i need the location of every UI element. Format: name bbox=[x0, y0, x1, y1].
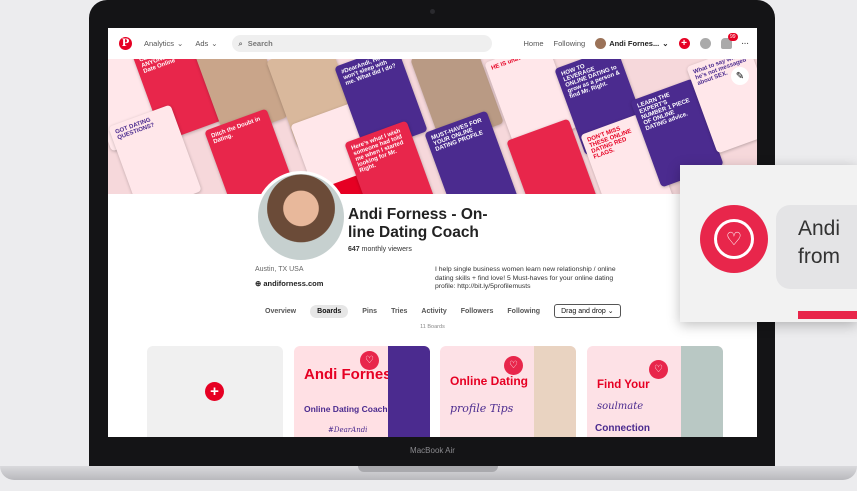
chevron-down-icon: ⌄ bbox=[211, 39, 218, 48]
sort-dropdown[interactable]: Drag and drop ⌄ bbox=[554, 304, 621, 318]
tab-following[interactable]: Following bbox=[507, 308, 540, 315]
boards-count: 11 Boards bbox=[420, 324, 445, 330]
chevron-down-icon: ⌄ bbox=[662, 39, 669, 48]
heart-chat-icon: ♡ bbox=[649, 360, 668, 379]
board-title: Find Your bbox=[597, 379, 650, 391]
profile-avatar bbox=[255, 171, 347, 263]
search-placeholder: Search bbox=[247, 39, 273, 48]
nav-right: Home Following Andi Fornes... ⌄ + 99 ··· bbox=[523, 28, 749, 59]
cover-tile-text: HOW TO LEVERAGE ONLINE DATING to grow as… bbox=[560, 63, 621, 101]
webcam bbox=[430, 9, 435, 14]
profile-bio: I help single business women learn new r… bbox=[435, 266, 616, 290]
profile-tabs: Overview Boards Pins Tries Activity Foll… bbox=[265, 304, 621, 318]
website-label: andiforness.com bbox=[263, 279, 324, 288]
cover-tile-text: #DearAndi, He won't sleep with me. What … bbox=[340, 59, 397, 87]
board-subtitle: profile Tips bbox=[450, 402, 514, 415]
board-subtitle-2: Connection bbox=[595, 423, 650, 434]
globe-icon: ⊕ bbox=[255, 279, 262, 288]
heart-chat-icon: ♡ bbox=[360, 351, 379, 370]
tab-tries[interactable]: Tries bbox=[391, 308, 407, 315]
cover-collage: Can't Find ANYONE I Want to Date Online … bbox=[108, 59, 757, 194]
profile-website[interactable]: ⊕ andiforness.com bbox=[255, 279, 323, 288]
tab-pins[interactable]: Pins bbox=[362, 308, 377, 315]
avatar bbox=[595, 38, 607, 49]
home-link[interactable]: Home bbox=[523, 39, 543, 48]
notification-badge: 99 bbox=[727, 33, 738, 41]
callout-red-bar bbox=[798, 311, 857, 319]
create-board-card[interactable]: + bbox=[147, 346, 283, 437]
zoom-callout: ♡ Andi from bbox=[680, 165, 857, 322]
heart-chat-icon: ♡ bbox=[700, 205, 768, 273]
chevron-down-icon: ⌄ bbox=[607, 308, 614, 315]
tab-overview[interactable]: Overview bbox=[265, 308, 296, 315]
search-input[interactable]: ⌕ Search bbox=[231, 35, 492, 52]
create-icon[interactable]: + bbox=[678, 38, 690, 49]
profile-location: Austin, TX USA bbox=[255, 266, 304, 273]
laptop-chin: MacBook Air bbox=[108, 437, 757, 468]
analytics-label: Analytics bbox=[144, 39, 175, 48]
laptop-notch bbox=[358, 466, 498, 472]
tab-followers[interactable]: Followers bbox=[461, 308, 494, 315]
search-icon: ⌕ bbox=[238, 38, 243, 48]
board-signature: #DearAndi bbox=[328, 426, 368, 434]
analytics-menu[interactable]: Analytics ⌄ bbox=[144, 39, 183, 48]
cover-tile-text: Can't Find ANYONE I Want to Date Online bbox=[139, 59, 192, 75]
board-title: Online Dating bbox=[450, 374, 528, 388]
tab-activity[interactable]: Activity bbox=[421, 308, 446, 315]
board-subtitle: Online Dating Coach bbox=[304, 404, 388, 414]
chevron-down-icon: ⌄ bbox=[177, 39, 184, 48]
board-card[interactable]: Find Your soulmate Connection ♡ bbox=[587, 346, 723, 437]
following-link[interactable]: Following bbox=[554, 39, 586, 48]
callout-text: Andi from bbox=[798, 217, 841, 268]
board-card[interactable]: Online Dating profile Tips ♡ bbox=[440, 346, 576, 437]
cover-tile-text: HE IS unavailable bbox=[490, 59, 540, 72]
profile-name: Andi Forness - On-line Dating Coach bbox=[348, 206, 488, 241]
cover-tile-text: DON'T MISS THESE ONLINE DATING RED FLAGS… bbox=[586, 126, 633, 161]
board-card[interactable]: Andi Forness Online Dating Coach #DearAn… bbox=[294, 346, 430, 437]
cover-tile-text: LEARN THE EXPERT'S NUMBER 1 PIECE OF ONL… bbox=[636, 92, 691, 133]
messages-icon[interactable] bbox=[699, 38, 711, 49]
ads-menu[interactable]: Ads ⌄ bbox=[195, 39, 217, 48]
viewers-label: monthly viewers bbox=[361, 246, 412, 253]
board-side-image bbox=[534, 346, 576, 437]
board-side-image bbox=[388, 346, 430, 437]
laptop-label: MacBook Air bbox=[410, 446, 455, 455]
board-subtitle: soulmate bbox=[597, 401, 644, 412]
more-icon[interactable]: ··· bbox=[742, 39, 750, 48]
user-menu[interactable]: Andi Fornes... ⌄ bbox=[595, 38, 669, 49]
monthly-viewers: 647 monthly viewers bbox=[348, 246, 412, 253]
top-nav: P Analytics ⌄ Ads ⌄ ⌕ Search Home Followin… bbox=[108, 28, 757, 59]
heart-chat-icon: ♡ bbox=[504, 356, 523, 375]
board-side-image bbox=[681, 346, 723, 437]
ads-label: Ads bbox=[195, 39, 209, 48]
browser-screen: P Analytics ⌄ Ads ⌄ ⌕ Search Home Followin… bbox=[108, 28, 757, 437]
add-icon: + bbox=[205, 382, 224, 401]
notifications-icon[interactable]: 99 bbox=[720, 33, 738, 49]
user-name: Andi Fornes... bbox=[609, 39, 660, 48]
edit-pencil-icon[interactable]: ✎ bbox=[731, 67, 749, 85]
board-title: Andi Forness bbox=[304, 366, 400, 383]
viewers-count: 647 bbox=[348, 246, 360, 253]
pinterest-logo[interactable]: P bbox=[119, 37, 132, 50]
sort-dropdown-label: Drag and drop bbox=[561, 308, 606, 315]
tab-boards[interactable]: Boards bbox=[310, 304, 349, 318]
